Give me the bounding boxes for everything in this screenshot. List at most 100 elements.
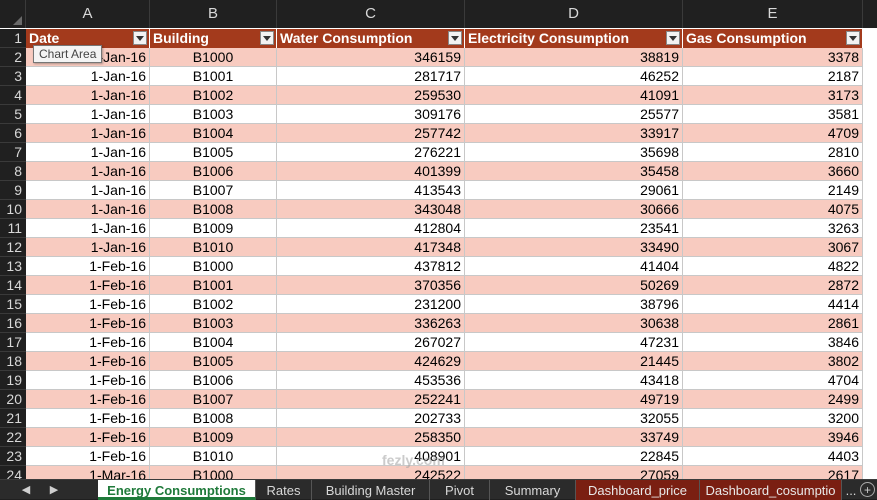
gas-cell[interactable]: 2149 <box>683 181 863 200</box>
date-cell[interactable]: 1-Feb-16 <box>26 333 150 352</box>
building-cell[interactable]: B1005 <box>150 352 277 371</box>
electricity-cell[interactable]: 35458 <box>465 162 683 181</box>
water-cell[interactable]: 370356 <box>277 276 465 295</box>
date-cell[interactable]: 1-Feb-16 <box>26 295 150 314</box>
date-cell[interactable]: 1-Jan-16 <box>26 143 150 162</box>
electricity-cell[interactable]: 22845 <box>465 447 683 466</box>
header-cell-water[interactable]: Water Consumption <box>277 29 465 48</box>
filter-dropdown-icon[interactable] <box>133 31 147 45</box>
row-number[interactable]: 18 <box>0 352 26 371</box>
date-cell[interactable]: 1-Jan-16 <box>26 200 150 219</box>
building-cell[interactable]: B1009 <box>150 219 277 238</box>
date-cell[interactable]: 1-Feb-16 <box>26 371 150 390</box>
building-cell[interactable]: B1000 <box>150 48 277 67</box>
gas-cell[interactable]: 4075 <box>683 200 863 219</box>
water-cell[interactable]: 453536 <box>277 371 465 390</box>
gas-cell[interactable]: 2861 <box>683 314 863 333</box>
water-cell[interactable]: 267027 <box>277 333 465 352</box>
water-cell[interactable]: 202733 <box>277 409 465 428</box>
gas-cell[interactable]: 3660 <box>683 162 863 181</box>
tab-summary[interactable]: Summary <box>490 480 576 500</box>
water-cell[interactable]: 413543 <box>277 181 465 200</box>
gas-cell[interactable]: 4414 <box>683 295 863 314</box>
gas-cell[interactable]: 3802 <box>683 352 863 371</box>
building-cell[interactable]: B1001 <box>150 67 277 86</box>
row-number[interactable]: 5 <box>0 105 26 124</box>
water-cell[interactable]: 259530 <box>277 86 465 105</box>
electricity-cell[interactable]: 23541 <box>465 219 683 238</box>
date-cell[interactable]: 1-Feb-16 <box>26 276 150 295</box>
gas-cell[interactable]: 2499 <box>683 390 863 409</box>
electricity-cell[interactable]: 46252 <box>465 67 683 86</box>
tab-pivot[interactable]: Pivot <box>430 480 490 500</box>
filter-dropdown-icon[interactable] <box>260 31 274 45</box>
row-number[interactable]: 11 <box>0 219 26 238</box>
tab-dashboard-consumption[interactable]: Dashboard_cosumptio <box>700 480 842 500</box>
electricity-cell[interactable]: 32055 <box>465 409 683 428</box>
header-cell-electricity[interactable]: Electricity Consumption <box>465 29 683 48</box>
electricity-cell[interactable]: 25577 <box>465 105 683 124</box>
electricity-cell[interactable]: 50269 <box>465 276 683 295</box>
date-cell[interactable]: 1-Jan-16 <box>26 86 150 105</box>
water-cell[interactable]: 257742 <box>277 124 465 143</box>
row-number[interactable]: 10 <box>0 200 26 219</box>
column-header-e[interactable]: E <box>683 0 863 28</box>
date-cell[interactable]: 1-Feb-16 <box>26 390 150 409</box>
row-number[interactable]: 24 <box>0 466 26 479</box>
building-cell[interactable]: B1006 <box>150 371 277 390</box>
tab-energy-consumptions[interactable]: Energy Consumptions <box>98 480 256 500</box>
building-cell[interactable]: B1003 <box>150 105 277 124</box>
row-number[interactable]: 23 <box>0 447 26 466</box>
row-number[interactable]: 7 <box>0 143 26 162</box>
add-sheet-button[interactable]: + <box>860 482 875 497</box>
header-cell-gas[interactable]: Gas Consumption <box>683 29 863 48</box>
tab-rates[interactable]: Rates <box>256 480 312 500</box>
electricity-cell[interactable]: 33490 <box>465 238 683 257</box>
building-cell[interactable]: B1005 <box>150 143 277 162</box>
date-cell[interactable]: 1-Jan-16 <box>26 219 150 238</box>
building-cell[interactable]: B1001 <box>150 276 277 295</box>
building-cell[interactable]: B1009 <box>150 428 277 447</box>
row-number[interactable]: 6 <box>0 124 26 143</box>
gas-cell[interactable]: 3581 <box>683 105 863 124</box>
electricity-cell[interactable]: 35698 <box>465 143 683 162</box>
water-cell[interactable]: 258350 <box>277 428 465 447</box>
building-cell[interactable]: B1004 <box>150 124 277 143</box>
select-all-corner[interactable] <box>0 0 26 28</box>
column-header-a[interactable]: A <box>26 0 150 28</box>
gas-cell[interactable]: 4822 <box>683 257 863 276</box>
water-cell[interactable]: 281717 <box>277 67 465 86</box>
date-cell[interactable]: 1-Jan-16 <box>26 238 150 257</box>
date-cell[interactable]: 1-Feb-16 <box>26 447 150 466</box>
electricity-cell[interactable]: 30666 <box>465 200 683 219</box>
row-number[interactable]: 14 <box>0 276 26 295</box>
gas-cell[interactable]: 4403 <box>683 447 863 466</box>
row-number[interactable]: 1 <box>0 29 26 48</box>
column-header-d[interactable]: D <box>465 0 683 28</box>
row-number[interactable]: 21 <box>0 409 26 428</box>
water-cell[interactable]: 252241 <box>277 390 465 409</box>
building-cell[interactable]: B1000 <box>150 257 277 276</box>
water-cell[interactable]: 424629 <box>277 352 465 371</box>
row-number[interactable]: 9 <box>0 181 26 200</box>
electricity-cell[interactable]: 38819 <box>465 48 683 67</box>
row-number[interactable]: 4 <box>0 86 26 105</box>
building-cell[interactable]: B1008 <box>150 200 277 219</box>
row-number[interactable]: 8 <box>0 162 26 181</box>
electricity-cell[interactable]: 41404 <box>465 257 683 276</box>
water-cell[interactable]: 336263 <box>277 314 465 333</box>
electricity-cell[interactable]: 33749 <box>465 428 683 447</box>
electricity-cell[interactable]: 33917 <box>465 124 683 143</box>
row-number[interactable]: 17 <box>0 333 26 352</box>
electricity-cell[interactable]: 43418 <box>465 371 683 390</box>
gas-cell[interactable]: 2617 <box>683 466 863 479</box>
date-cell[interactable]: 1-Jan-16 <box>26 105 150 124</box>
electricity-cell[interactable]: 21445 <box>465 352 683 371</box>
column-header-b[interactable]: B <box>150 0 277 28</box>
water-cell[interactable]: 412804 <box>277 219 465 238</box>
electricity-cell[interactable]: 41091 <box>465 86 683 105</box>
building-cell[interactable]: B1008 <box>150 409 277 428</box>
gas-cell[interactable]: 4704 <box>683 371 863 390</box>
header-cell-building[interactable]: Building <box>150 29 277 48</box>
building-cell[interactable]: B1002 <box>150 86 277 105</box>
